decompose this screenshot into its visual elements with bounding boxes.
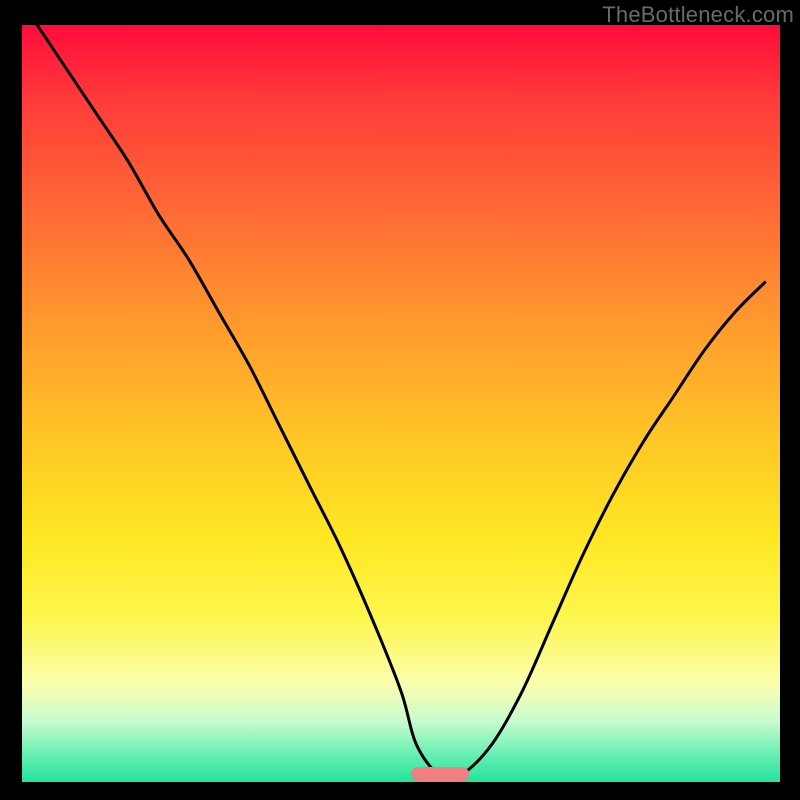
bottleneck-curve-path (37, 25, 765, 778)
chart-root: TheBottleneck.com (0, 0, 800, 800)
watermark-text: TheBottleneck.com (602, 2, 794, 28)
optimal-marker-pill (411, 767, 469, 781)
bottleneck-curve (0, 0, 800, 800)
